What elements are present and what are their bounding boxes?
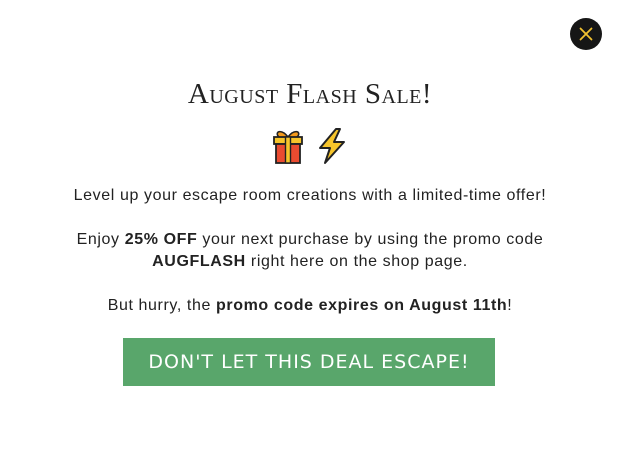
cta-button[interactable]: DON'T LET THIS DEAL ESCAPE! [123,338,495,386]
close-button[interactable] [570,18,602,50]
discount-text-part: Enjoy [76,231,125,248]
discount-text-part: right here on the shop page. [245,253,468,270]
modal-title: August Flash Sale! [187,78,433,110]
expiry-text-part: But hurry, the [107,297,216,314]
lightning-icon [314,127,350,165]
discount-text: Enjoy 25% OFF your next purchase by usin… [30,229,590,273]
expiry-text: But hurry, the promo code expires on Aug… [30,295,590,317]
promo-modal: August Flash Sale! Level up your escape … [0,0,620,473]
discount-text-part: your next purchase by using the promo co… [197,231,544,248]
gift-icon [270,127,306,165]
close-icon [579,27,593,41]
expiry-text-part: ! [507,297,513,314]
intro-text: Level up your escape room creations with… [73,187,547,204]
expiry-date: promo code expires on August 11th [216,297,508,314]
promo-code: AUGFLASH [152,253,246,270]
emoji-row [0,127,620,167]
discount-amount: 25% OFF [124,231,198,248]
